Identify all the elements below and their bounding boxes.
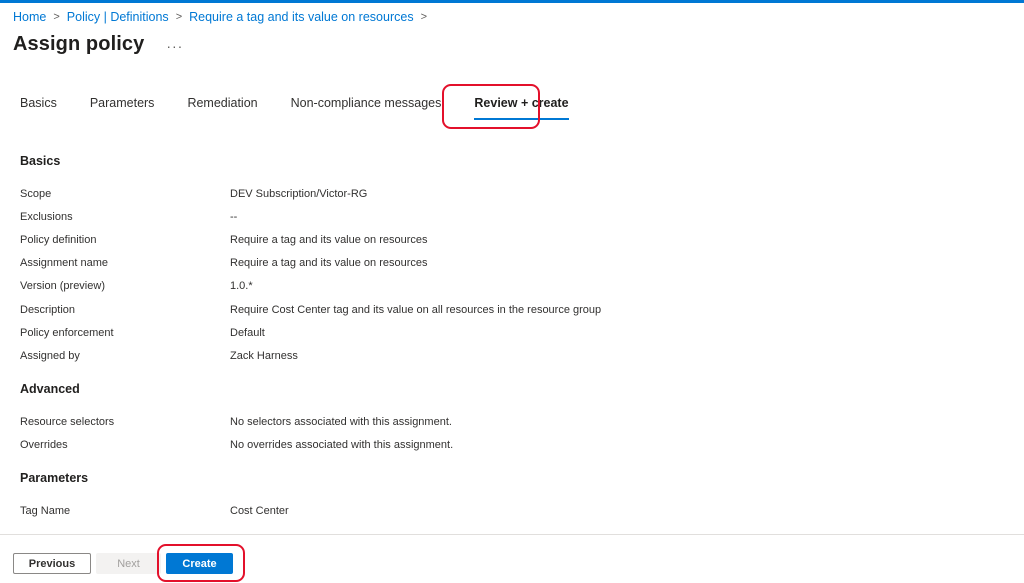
section-heading-basics: Basics [20, 154, 61, 168]
more-options-icon[interactable]: ··· [166, 38, 183, 54]
title-row: Assign policy ··· [13, 33, 183, 56]
page-title: Assign policy [13, 33, 145, 55]
tab-remediation[interactable]: Remediation [187, 96, 257, 120]
detail-row-resource-selectors: Resource selectors No selectors associat… [20, 416, 452, 428]
previous-button[interactable]: Previous [13, 553, 91, 574]
detail-row-version: Version (preview) 1.0.* [20, 280, 253, 292]
detail-label: Assigned by [20, 350, 80, 362]
tab-basics[interactable]: Basics [20, 96, 57, 120]
detail-row-overrides: Overrides No overrides associated with t… [20, 439, 453, 451]
detail-row-description: Description Require Cost Center tag and … [20, 304, 601, 316]
detail-value: DEV Subscription/Victor-RG [230, 188, 368, 200]
breadcrumb: Home > Policy | Definitions > Require a … [13, 10, 434, 24]
detail-value: Require Cost Center tag and its value on… [230, 304, 602, 316]
detail-row-tag-name: Tag Name Cost Center [20, 505, 289, 517]
detail-value: Default [230, 327, 265, 339]
detail-value: Zack Harness [230, 350, 298, 362]
detail-value: No selectors associated with this assign… [230, 416, 452, 428]
detail-value: -- [230, 211, 238, 223]
tab-parameters[interactable]: Parameters [90, 96, 155, 120]
detail-label: Scope [20, 188, 52, 200]
chevron-right-icon: > [53, 11, 60, 23]
detail-value: Require a tag and its value on resources [230, 234, 428, 246]
breadcrumb-policy-name[interactable]: Require a tag and its value on resources [189, 10, 413, 24]
section-heading-parameters: Parameters [20, 471, 89, 485]
next-button: Next [96, 553, 161, 574]
footer-bar: Previous Next Create [0, 534, 1024, 583]
detail-value: 1.0.* [230, 280, 253, 292]
chevron-right-icon: > [420, 11, 428, 23]
highlight-annotation-create [157, 544, 245, 582]
detail-row-policy-definition: Policy definition Require a tag and its … [20, 234, 428, 246]
detail-label: Resource selectors [20, 416, 115, 428]
detail-label: Policy enforcement [20, 327, 114, 339]
highlight-annotation-tab [442, 84, 540, 129]
detail-label: Exclusions [20, 211, 73, 223]
detail-row-assigned-by: Assigned by Zack Harness [20, 350, 298, 362]
detail-label: Tag Name [20, 505, 71, 517]
chevron-right-icon: > [175, 11, 183, 23]
top-accent-bar [0, 0, 1024, 3]
detail-label: Version (preview) [20, 280, 105, 292]
detail-row-scope: Scope DEV Subscription/Victor-RG [20, 188, 367, 200]
detail-value: Cost Center [230, 505, 289, 517]
detail-label: Overrides [20, 439, 68, 451]
section-heading-advanced: Advanced [20, 382, 80, 396]
detail-row-policy-enforcement: Policy enforcement Default [20, 327, 265, 339]
detail-label: Description [20, 304, 76, 316]
detail-label: Policy definition [20, 234, 97, 246]
detail-row-assignment-name: Assignment name Require a tag and its va… [20, 257, 428, 269]
detail-row-exclusions: Exclusions -- [20, 211, 237, 223]
tab-non-compliance-messages[interactable]: Non-compliance messages [291, 96, 442, 120]
breadcrumb-policy-definitions[interactable]: Policy | Definitions [67, 10, 169, 24]
detail-label: Assignment name [20, 257, 109, 269]
detail-value: No overrides associated with this assign… [230, 439, 454, 451]
detail-value: Require a tag and its value on resources [230, 257, 428, 269]
breadcrumb-home[interactable]: Home [13, 10, 46, 24]
